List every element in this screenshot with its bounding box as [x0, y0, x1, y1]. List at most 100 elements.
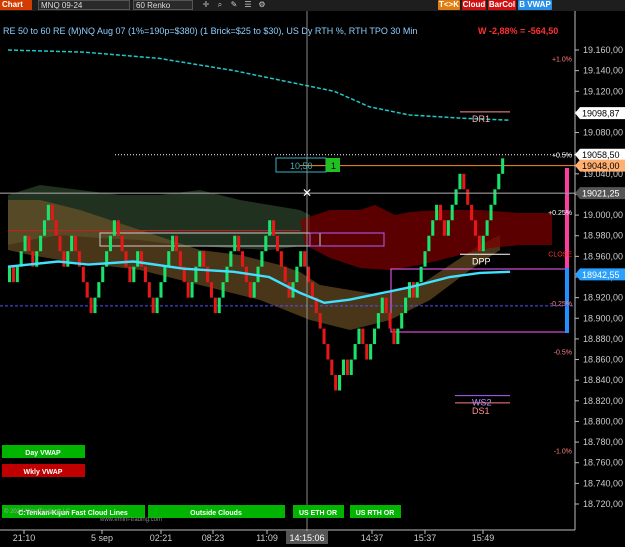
down-brick [209, 282, 213, 298]
down-brick [240, 251, 245, 267]
up-brick [93, 297, 97, 314]
up-brick [458, 173, 462, 190]
price-marker-label: 19021,25 [582, 189, 620, 199]
up-brick [268, 220, 272, 236]
price-tick-label: 18.860,00 [583, 355, 623, 365]
up-brick [423, 251, 427, 267]
down-brick [310, 282, 314, 298]
down-brick [466, 189, 470, 205]
up-brick [112, 220, 116, 236]
price-tick-label: 19.140,00 [583, 66, 623, 76]
price-tick-label: 18.900,00 [583, 313, 623, 323]
watermark-text: www.emini-trading.com [99, 517, 162, 523]
up-brick [97, 282, 101, 298]
up-brick [435, 204, 439, 221]
percent-level-label: +0.5% [552, 153, 572, 160]
percent-level-label: +1.0% [552, 56, 572, 63]
down-brick [438, 204, 443, 221]
up-brick [132, 266, 136, 283]
down-brick [151, 297, 155, 314]
percent-level-label: +0.25% [548, 210, 572, 217]
down-brick [322, 328, 326, 345]
down-brick [213, 297, 217, 314]
up-brick [264, 235, 268, 252]
up-brick [15, 266, 19, 283]
price-tick-label: 18.820,00 [583, 396, 623, 406]
price-marker-label: 19048,00 [582, 161, 620, 171]
down-brick [388, 313, 392, 329]
percent-level-label: -0.5% [554, 349, 572, 356]
up-brick [108, 235, 113, 252]
copyright-text: © 2024 NinjaTrader, LLC [4, 508, 71, 515]
down-brick [279, 251, 283, 267]
down-brick [326, 344, 330, 360]
down-brick [411, 282, 415, 298]
up-brick [299, 251, 303, 267]
up-brick [155, 297, 159, 314]
down-brick [462, 173, 466, 190]
renko-chart[interactable]: +1.0% +0.5% +0.25% CLOSE -0.25% -0.5% -1.0% DR1… [0, 0, 625, 547]
percent-level-label: CLOSE [548, 251, 572, 258]
up-brick [39, 235, 43, 252]
crosshair-count: 1 [331, 161, 336, 171]
time-tick-label: 21:10 [13, 533, 36, 543]
pivot-level-label: DR1 [472, 114, 490, 124]
price-tick-label: 18.760,00 [583, 458, 623, 468]
up-brick [225, 266, 229, 283]
time-tick-label: 15:49 [472, 533, 495, 543]
up-brick [136, 251, 140, 267]
down-brick [272, 220, 276, 236]
up-brick [229, 251, 233, 267]
price-marker-label: 19098,87 [582, 109, 620, 119]
up-brick [171, 235, 175, 252]
up-brick [446, 220, 450, 236]
up-brick [252, 282, 256, 298]
up-brick [493, 189, 497, 205]
price-tick-label: 18.920,00 [583, 293, 623, 303]
up-brick [42, 220, 47, 236]
down-brick [248, 282, 252, 298]
down-brick [477, 235, 481, 252]
chart-title: RE 50 to 60 RE (M)NQ Aug 07 (1%=190p=$38… [3, 26, 417, 36]
down-brick [275, 235, 279, 252]
up-brick [349, 359, 353, 376]
down-brick [58, 235, 62, 252]
up-brick [338, 375, 342, 391]
crosshair-readout: 10,50 [290, 161, 313, 171]
up-brick [8, 266, 12, 283]
time-tick-label: 02:21 [150, 533, 173, 543]
up-brick [501, 158, 505, 174]
up-brick [353, 344, 357, 360]
down-brick [120, 235, 124, 252]
down-brick [178, 251, 182, 267]
down-brick [345, 359, 349, 376]
pnl-readout: W -2,88% = -564,50 [478, 26, 558, 36]
pivot-level-label: DS1 [472, 406, 490, 416]
up-brick [485, 220, 489, 236]
down-brick [50, 204, 54, 221]
wkly-vwap-label: Wkly VWAP [24, 469, 63, 476]
up-brick [190, 282, 194, 298]
time-tick-label: 11:09 [256, 533, 278, 543]
down-brick [124, 251, 128, 267]
outside-clouds-label: Outside Clouds [190, 510, 242, 517]
up-brick [66, 251, 70, 267]
down-brick [27, 235, 31, 252]
down-brick [202, 251, 206, 267]
time-tick-label: 14:15:06 [289, 533, 324, 543]
up-brick [376, 313, 380, 329]
down-brick [74, 235, 78, 252]
price-tick-label: 18.780,00 [583, 437, 623, 447]
down-brick [473, 220, 478, 236]
up-brick [159, 282, 163, 298]
crosshair-cursor-icon: ✕ [302, 186, 312, 200]
up-brick [419, 266, 423, 283]
down-brick [143, 266, 147, 283]
price-tick-label: 19.080,00 [583, 128, 623, 138]
time-axis[interactable]: 21:10 5 sep 02:21 08:23 11:09 14:15:06 14:37 15… [13, 530, 495, 544]
down-brick [116, 220, 120, 236]
down-brick [85, 282, 89, 298]
up-brick [427, 235, 431, 252]
up-brick [295, 266, 299, 283]
down-brick [334, 375, 338, 391]
